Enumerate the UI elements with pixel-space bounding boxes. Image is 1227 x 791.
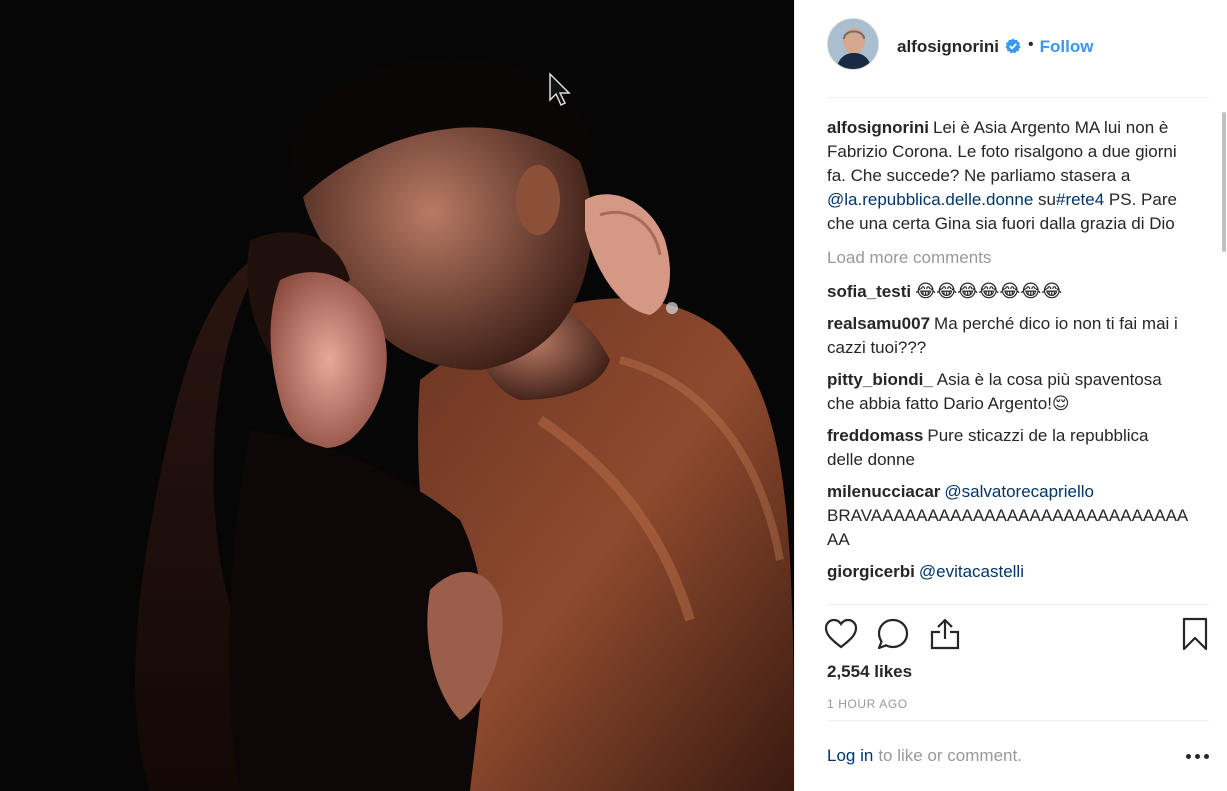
post-timestamp[interactable]: 1 HOUR AGO [827, 697, 908, 711]
speech-bubble-icon[interactable] [875, 616, 911, 652]
post-actions [824, 604, 1209, 662]
comment-text: BRAVAAAAAAAAAAAAAAAAAAAAAAAAAAAAAA [827, 506, 1189, 549]
bookmark-icon[interactable] [1177, 616, 1213, 652]
comment-mention[interactable]: @salvatorecapriello [944, 482, 1094, 501]
separator-dot: • [1028, 36, 1034, 53]
share-icon[interactable] [927, 616, 963, 652]
comment-footer: Log in to like or comment. [827, 720, 1209, 791]
comments-list[interactable]: alfosignorini Lei è Asia Argento MA lui n… [827, 116, 1189, 604]
scrollbar-thumb[interactable] [1222, 112, 1226, 252]
comment-username[interactable]: milenucciacar [827, 482, 940, 501]
caption-mention[interactable]: @la.repubblica.delle.donne [827, 190, 1033, 209]
caption-text: su [1033, 190, 1056, 209]
comment-username[interactable]: freddomass [827, 426, 923, 445]
comment-mention[interactable]: @evitacastelli [919, 562, 1024, 581]
login-link[interactable]: Log in [827, 746, 873, 766]
comment-username[interactable]: giorgicerbi [827, 562, 915, 581]
comments-scrollbar[interactable] [1221, 100, 1227, 252]
avatar[interactable] [827, 18, 879, 70]
comment-username[interactable]: realsamu007 [827, 314, 930, 333]
follow-button[interactable]: Follow [1040, 37, 1094, 57]
mouse-pointer-icon [548, 72, 574, 108]
verified-badge-icon [1005, 38, 1021, 54]
post-side-panel: alfosignorini • Follow alfosignorini Lei … [794, 0, 1227, 791]
comment-item: pitty_biondi_ Asia è la cosa più spavento… [827, 368, 1189, 416]
load-more-comments-button[interactable]: Load more comments [827, 246, 1189, 270]
comment-item: milenucciacar @salvatorecapriello BRAVAAAA… [827, 480, 1189, 552]
comment-username[interactable]: pitty_biondi_ [827, 370, 933, 389]
caption-username[interactable]: alfosignorini [827, 118, 929, 137]
comment-username[interactable]: sofia_testi [827, 282, 911, 301]
comment-item: sofia_testi 😂😂😂😂😂😂😂 [827, 280, 1189, 304]
comment-text: 😂😂😂😂😂😂😂 [915, 281, 1063, 302]
login-prompt-text: to like or comment. [878, 746, 1022, 765]
comment-item: giorgicerbi @evitacastelli [827, 560, 1189, 584]
ellipsis-icon[interactable] [1186, 748, 1209, 765]
comment-item: realsamu007 Ma perché dico io non ti fai … [827, 312, 1189, 360]
caption-hashtag[interactable]: #rete4 [1056, 190, 1104, 209]
likes-count[interactable]: 2,554 likes [827, 662, 912, 682]
post-caption: alfosignorini Lei è Asia Argento MA lui n… [827, 116, 1189, 236]
post-photo[interactable] [0, 0, 794, 791]
photo-image [0, 0, 794, 791]
comment-item: freddomass Pure sticazzi de la repubblica… [827, 424, 1189, 472]
heart-icon[interactable] [823, 616, 859, 652]
post-header: alfosignorini • Follow [827, 18, 1209, 98]
post-username[interactable]: alfosignorini [897, 37, 999, 57]
